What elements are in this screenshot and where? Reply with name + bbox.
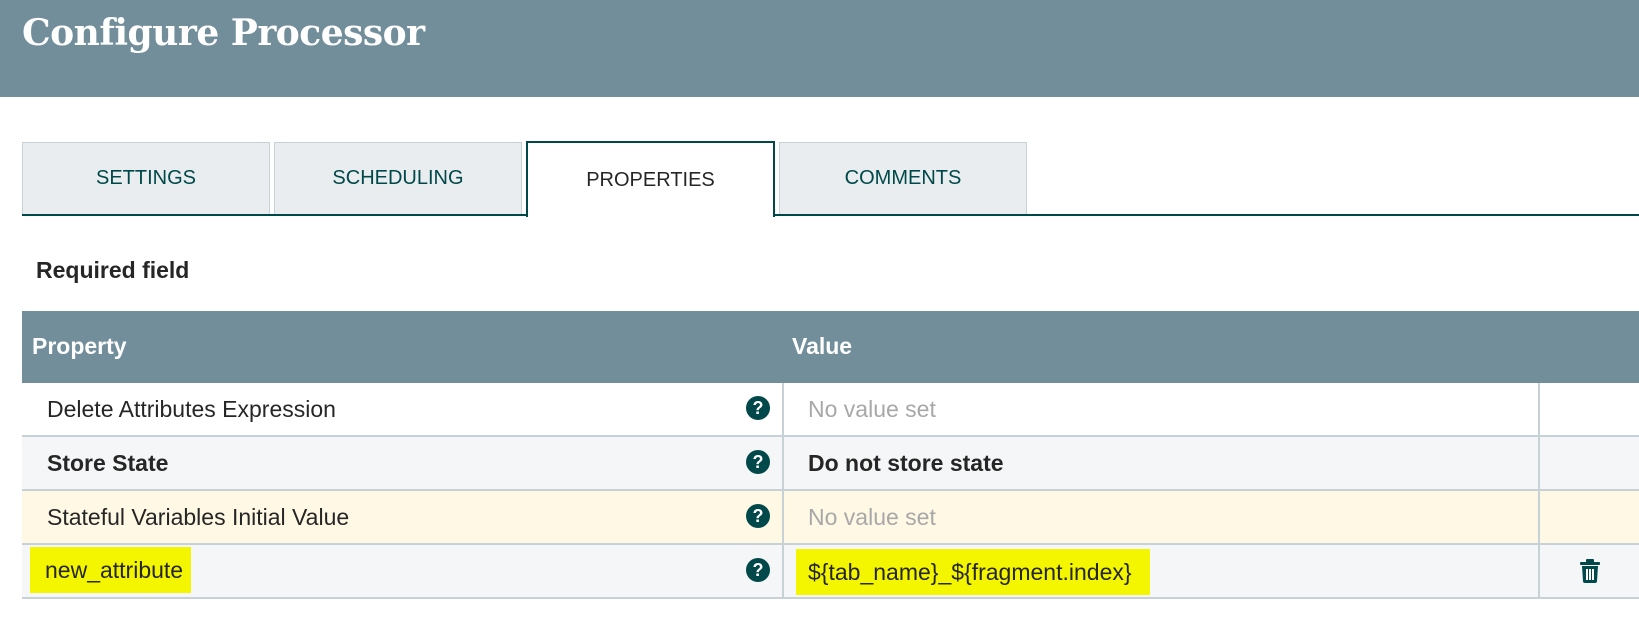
action-cell [1540, 545, 1639, 597]
table-header: Property Value [22, 311, 1639, 383]
properties-table: Property Value Delete Attributes Express… [22, 311, 1639, 599]
table-row[interactable]: Stateful Variables Initial Value ? No va… [22, 491, 1639, 545]
action-cell [1540, 437, 1639, 489]
property-value[interactable]: No value set [806, 396, 938, 423]
property-name: Store State [47, 450, 169, 476]
property-name: Delete Attributes Expression [47, 396, 336, 422]
property-cell: Stateful Variables Initial Value ? [22, 491, 784, 543]
help-icon[interactable]: ? [746, 396, 770, 420]
property-name: Stateful Variables Initial Value [47, 504, 350, 530]
property-value[interactable]: No value set [806, 504, 938, 531]
tab-scheduling[interactable]: SCHEDULING [274, 142, 522, 214]
property-value[interactable]: Do not store state [806, 450, 1006, 477]
property-cell: Delete Attributes Expression ? [22, 383, 784, 435]
table-row[interactable]: Delete Attributes Expression ? No value … [22, 383, 1639, 437]
dialog-header: Configure Processor [0, 0, 1639, 97]
help-icon[interactable]: ? [746, 450, 770, 474]
property-name: new_attribute [30, 547, 192, 593]
column-header-property[interactable]: Property [32, 333, 127, 360]
help-icon[interactable]: ? [746, 504, 770, 528]
dialog-title: Configure Processor [22, 12, 425, 54]
column-header-value[interactable]: Value [792, 333, 852, 360]
property-value[interactable]: ${tab_name}_${fragment.index} [796, 549, 1150, 595]
tab-bar: SETTINGS SCHEDULING PROPERTIES COMMENTS [22, 141, 1639, 217]
tab-comments[interactable]: COMMENTS [779, 142, 1027, 214]
value-cell[interactable]: ${tab_name}_${fragment.index} [784, 545, 1540, 597]
action-cell [1540, 383, 1639, 435]
tab-settings[interactable]: SETTINGS [22, 142, 270, 214]
help-icon[interactable]: ? [746, 558, 770, 582]
property-cell: new_attribute ? [22, 545, 784, 597]
value-cell[interactable]: No value set [784, 491, 1540, 543]
property-cell: Store State ? [22, 437, 784, 489]
tab-properties[interactable]: PROPERTIES [526, 141, 775, 217]
value-cell[interactable]: No value set [784, 383, 1540, 435]
value-cell[interactable]: Do not store state [784, 437, 1540, 489]
action-cell [1540, 491, 1639, 543]
trash-icon[interactable] [1580, 559, 1600, 583]
table-row[interactable]: Store State ? Do not store state [22, 437, 1639, 491]
table-row[interactable]: new_attribute ? ${tab_name}_${fragment.i… [22, 545, 1639, 599]
required-field-label: Required field [36, 257, 190, 283]
